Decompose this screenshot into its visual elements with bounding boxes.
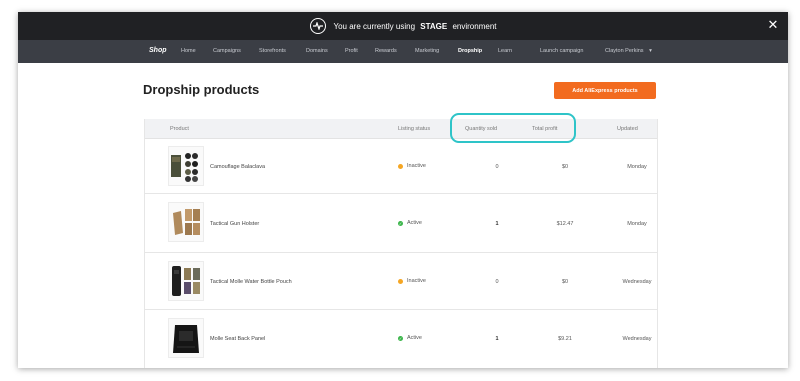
updated-date: Wednesday bbox=[622, 336, 652, 342]
nav-marketing[interactable]: Marketing bbox=[415, 48, 439, 54]
product-name[interactable]: Tactical Molle Water Bottle Pouch bbox=[210, 279, 292, 285]
nav-learn[interactable]: Learn bbox=[498, 48, 512, 54]
updated-date: Monday bbox=[627, 164, 647, 170]
table-row[interactable]: Tactical Molle Water Bottle Pouch Inacti… bbox=[145, 253, 657, 310]
status-label: Inactive bbox=[407, 163, 426, 169]
nav-dropship[interactable]: Dropship bbox=[458, 48, 482, 54]
table-row[interactable]: Tactical Gun Holster ✓ Active 1 $12.47 M… bbox=[145, 194, 657, 253]
quantity-sold: 1 bbox=[495, 221, 499, 227]
stage-environment-bar: You are currently using STAGE environmen… bbox=[18, 12, 788, 40]
updated-date: Monday bbox=[627, 221, 647, 227]
status-label: Active bbox=[407, 220, 422, 226]
nav-profit[interactable]: Profit bbox=[345, 48, 358, 54]
add-aliexpress-products-button[interactable]: Add AliExpress products bbox=[554, 82, 656, 99]
nav-user-menu[interactable]: Clayton Perkins ▾ bbox=[605, 48, 652, 54]
quantity-sold: 0 bbox=[495, 164, 499, 170]
app-window: You are currently using STAGE environmen… bbox=[18, 12, 788, 368]
stage-env-name: STAGE bbox=[420, 21, 448, 31]
dropship-products-table: Product Listing status Quantity sold Tot… bbox=[144, 113, 658, 368]
status-label: Inactive bbox=[407, 278, 426, 284]
page-title: Dropship products bbox=[143, 82, 260, 97]
status-badge: Inactive bbox=[398, 163, 426, 169]
table-row[interactable]: Molle Seat Back Panel ✓ Active 1 $9.21 W… bbox=[145, 310, 657, 368]
status-label: Active bbox=[407, 335, 422, 341]
check-circle-icon: ✓ bbox=[398, 220, 403, 226]
header-product: Product bbox=[170, 126, 189, 132]
main-nav: Shop Home Campaigns Storefronts Domains … bbox=[18, 40, 788, 63]
close-icon[interactable]: ✕ bbox=[766, 18, 780, 32]
total-profit: $12.47 bbox=[556, 221, 574, 227]
quantity-sold: 1 bbox=[495, 336, 499, 342]
nav-domains[interactable]: Domains bbox=[306, 48, 328, 54]
product-name[interactable]: Camouflage Balaclava bbox=[210, 164, 265, 170]
header-updated: Updated bbox=[617, 126, 638, 132]
product-thumbnail[interactable] bbox=[168, 261, 204, 301]
quantity-sold: 0 bbox=[495, 279, 499, 285]
status-badge: ✓ Active bbox=[398, 220, 422, 226]
nav-launch-campaign[interactable]: Launch campaign bbox=[540, 48, 583, 54]
total-profit: $0 bbox=[561, 164, 569, 170]
product-name[interactable]: Tactical Gun Holster bbox=[210, 221, 259, 227]
product-thumbnail[interactable] bbox=[168, 318, 204, 358]
status-badge: ✓ Active bbox=[398, 335, 422, 341]
nav-home[interactable]: Home bbox=[181, 48, 196, 54]
inactive-status-icon bbox=[398, 278, 403, 284]
stage-prefix: You are currently using bbox=[333, 21, 416, 31]
total-profit: $0 bbox=[561, 279, 569, 285]
table-header: Product Listing status Quantity sold Tot… bbox=[145, 119, 657, 139]
check-circle-icon: ✓ bbox=[398, 335, 403, 341]
brand-logo[interactable]: Shop bbox=[149, 47, 167, 54]
nav-rewards[interactable]: Rewards bbox=[375, 48, 397, 54]
stage-message: You are currently using STAGE environmen… bbox=[334, 22, 497, 31]
total-profit: $9.21 bbox=[558, 336, 572, 342]
nav-storefronts[interactable]: Storefronts bbox=[259, 48, 286, 54]
user-name: Clayton Perkins bbox=[605, 48, 644, 54]
inactive-status-icon bbox=[398, 163, 403, 169]
product-thumbnail[interactable] bbox=[168, 146, 204, 186]
nav-campaigns[interactable]: Campaigns bbox=[213, 48, 241, 54]
stage-suffix: environment bbox=[452, 21, 497, 31]
updated-date: Wednesday bbox=[622, 279, 652, 285]
product-thumbnail[interactable] bbox=[168, 202, 204, 242]
table-row[interactable]: Camouflage Balaclava Inactive 0 $0 Monda… bbox=[145, 139, 657, 194]
chevron-down-icon: ▾ bbox=[649, 48, 652, 54]
status-badge: Inactive bbox=[398, 278, 426, 284]
header-listing-status: Listing status bbox=[398, 126, 431, 132]
pulse-icon bbox=[309, 18, 326, 34]
product-name[interactable]: Molle Seat Back Panel bbox=[210, 336, 265, 342]
